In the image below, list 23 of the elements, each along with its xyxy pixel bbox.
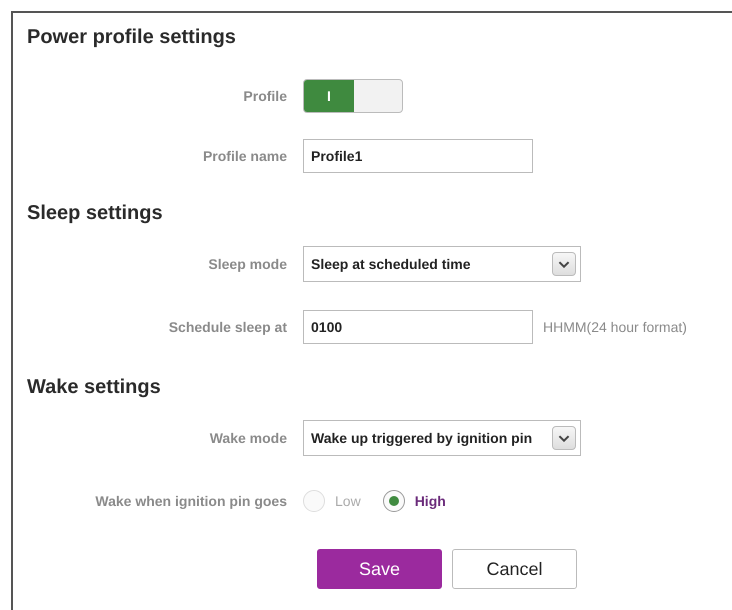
radio-button[interactable] (382, 490, 405, 512)
radio-label: Low (335, 493, 361, 509)
field-label: Wake when ignition pin goes (94, 493, 288, 509)
field-label: Profile (242, 88, 288, 104)
field-hint: HHMM(24 hour format) (543, 319, 687, 335)
chevron-down-icon (552, 252, 576, 276)
dropdown[interactable]: Wake up triggered by ignition pin (303, 420, 581, 456)
text-field[interactable]: 0100 (303, 310, 533, 344)
toggle-knob: I (304, 80, 354, 112)
field-label: Schedule sleep at (168, 319, 288, 335)
text-field[interactable]: Profile1 (303, 139, 533, 173)
save-button[interactable]: Save (317, 549, 442, 589)
field-label: Wake mode (208, 430, 288, 446)
radio-label: High (414, 493, 446, 509)
section-heading: Sleep settings (27, 201, 163, 225)
section-heading: Wake settings (27, 375, 161, 399)
dropdown[interactable]: Sleep at scheduled time (303, 246, 581, 282)
field-label: Sleep mode (207, 256, 288, 272)
field-label: Profile name (202, 148, 288, 164)
section-heading: Power profile settings (27, 25, 236, 49)
chevron-down-icon (552, 426, 576, 450)
profile-toggle[interactable]: I (303, 79, 403, 113)
cancel-button[interactable]: Cancel (452, 549, 577, 589)
